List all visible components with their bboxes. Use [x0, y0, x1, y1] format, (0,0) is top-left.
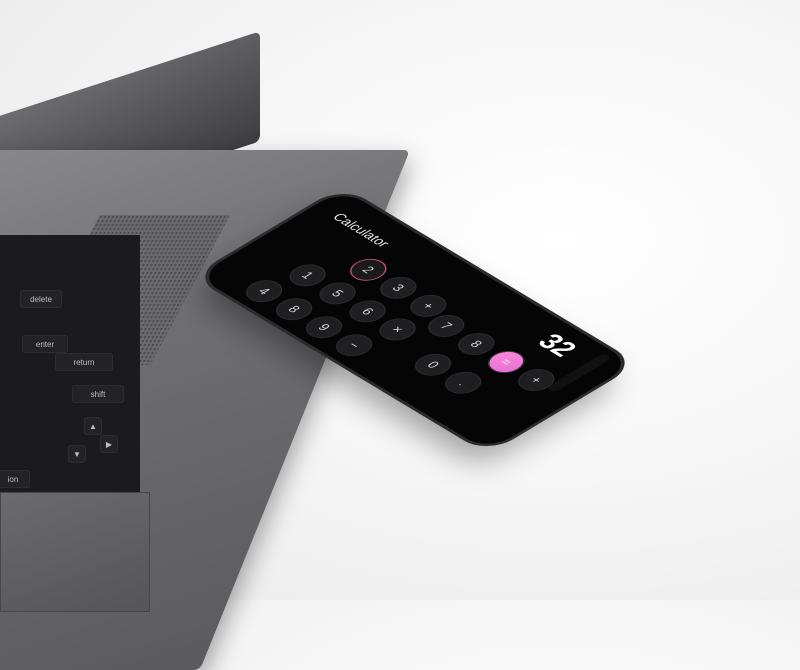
trackpad[interactable] [0, 492, 150, 612]
key-minus[interactable]: − [328, 329, 380, 361]
key-delete[interactable]: delete [20, 290, 62, 308]
key-return[interactable]: return [55, 353, 113, 371]
down-arrow-key[interactable]: ▼ [68, 445, 86, 463]
key-shift[interactable]: shift [72, 385, 124, 403]
right-arrow-key[interactable]: ▶ [100, 435, 118, 453]
key-enter[interactable]: enter [22, 335, 68, 353]
key-decimal[interactable]: . [437, 367, 489, 399]
key-plus[interactable]: + [510, 364, 562, 396]
key-multiply[interactable]: × [372, 314, 424, 345]
key-option[interactable]: ion [0, 470, 30, 488]
keyboard: delete enter return shift ▲ ▶ ▼ ion [0, 235, 140, 495]
up-arrow-key[interactable]: ▲ [84, 417, 102, 435]
